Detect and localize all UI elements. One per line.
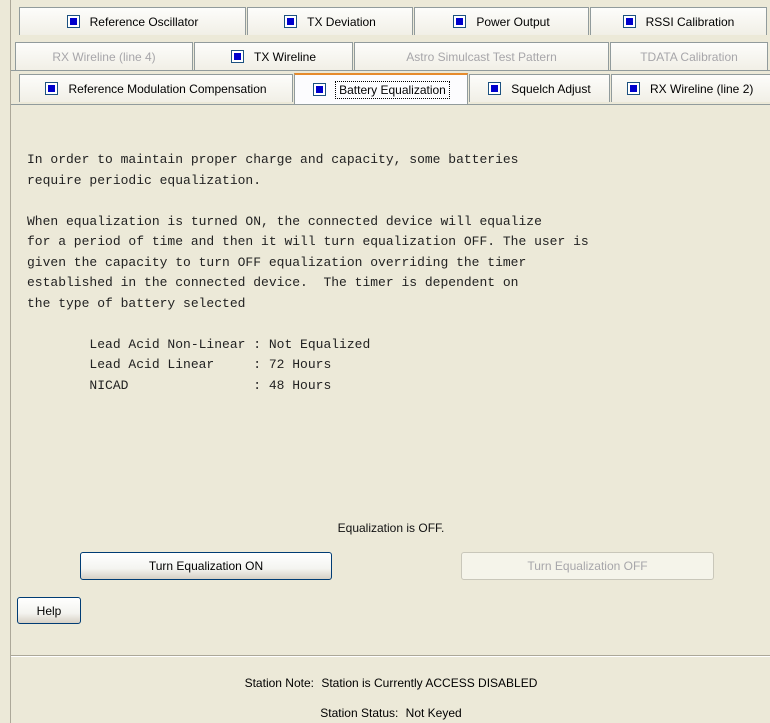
checkbox-icon[interactable] [453,15,467,28]
tab-label: TX Wireline [253,49,316,64]
station-note-value: Station is Currently ACCESS DISABLED [321,676,538,690]
tab-label: TX Deviation [307,14,376,29]
equalization-description: In order to maintain proper charge and c… [27,152,589,393]
station-note: Station Note: Station is Currently ACCES… [11,676,770,690]
station-note-label: Station Note: [244,676,314,690]
station-status: Station Status: Not Keyed [11,706,770,720]
panel-border [11,104,770,105]
checkbox-icon[interactable] [45,82,59,95]
tab-rx-wireline-line-4[interactable]: RX Wireline (line 4) [15,42,193,70]
tab-power-output[interactable]: Power Output [414,7,589,35]
tab-squelch-adjust[interactable]: Squelch Adjust [469,74,610,102]
checkbox-icon[interactable] [230,50,244,63]
footer-divider-highlight [11,656,770,657]
tab-tx-wireline[interactable]: TX Wireline [194,42,353,70]
tab-label: Power Output [476,14,550,29]
tab-divider [11,70,770,71]
tab-label: RX Wireline (line 4) [52,49,156,64]
tab-label: Reference Oscillator [89,14,199,29]
tab-reference-oscillator[interactable]: Reference Oscillator [19,7,246,35]
checkbox-icon[interactable] [284,15,298,28]
checkbox-icon[interactable] [313,83,327,96]
station-status-value: Not Keyed [405,706,462,720]
tab-label: Astro Simulcast Test Pattern [406,49,557,64]
tab-astro-simulcast-test-pattern[interactable]: Astro Simulcast Test Pattern [354,42,609,70]
tab-label: Squelch Adjust [511,81,591,96]
tab-label: Battery Equalization [335,80,450,99]
equalization-status: Equalization is OFF. [11,521,770,535]
tab-tx-deviation[interactable]: TX Deviation [247,7,413,35]
tuning-window: Reference Oscillator TX Deviation Power … [10,0,770,723]
tab-battery-equalization[interactable]: Battery Equalization [294,73,468,104]
tab-reference-modulation-compensation[interactable]: Reference Modulation Compensation [19,74,293,102]
turn-equalization-off-button[interactable]: Turn Equalization OFF [461,552,714,580]
tab-label: RX Wireline (line 2) [650,81,754,96]
checkbox-icon[interactable] [488,82,502,95]
checkbox-icon[interactable] [622,15,636,28]
tab-rx-wireline-line-2[interactable]: RX Wireline (line 2) [611,74,770,102]
tab-label: TDATA Calibration [640,49,738,64]
tab-label: Reference Modulation Compensation [68,81,267,96]
help-button[interactable]: Help [17,597,81,624]
checkbox-icon[interactable] [627,82,640,95]
tab-label: RSSI Calibration [645,14,735,29]
turn-equalization-on-button[interactable]: Turn Equalization ON [80,552,332,580]
tab-tdata-calibration[interactable]: TDATA Calibration [610,42,768,70]
station-status-label: Station Status: [320,706,399,720]
checkbox-icon[interactable] [66,15,80,28]
tab-rssi-calibration[interactable]: RSSI Calibration [590,7,767,35]
equalization-status-text: Equalization is OFF. [337,521,445,535]
